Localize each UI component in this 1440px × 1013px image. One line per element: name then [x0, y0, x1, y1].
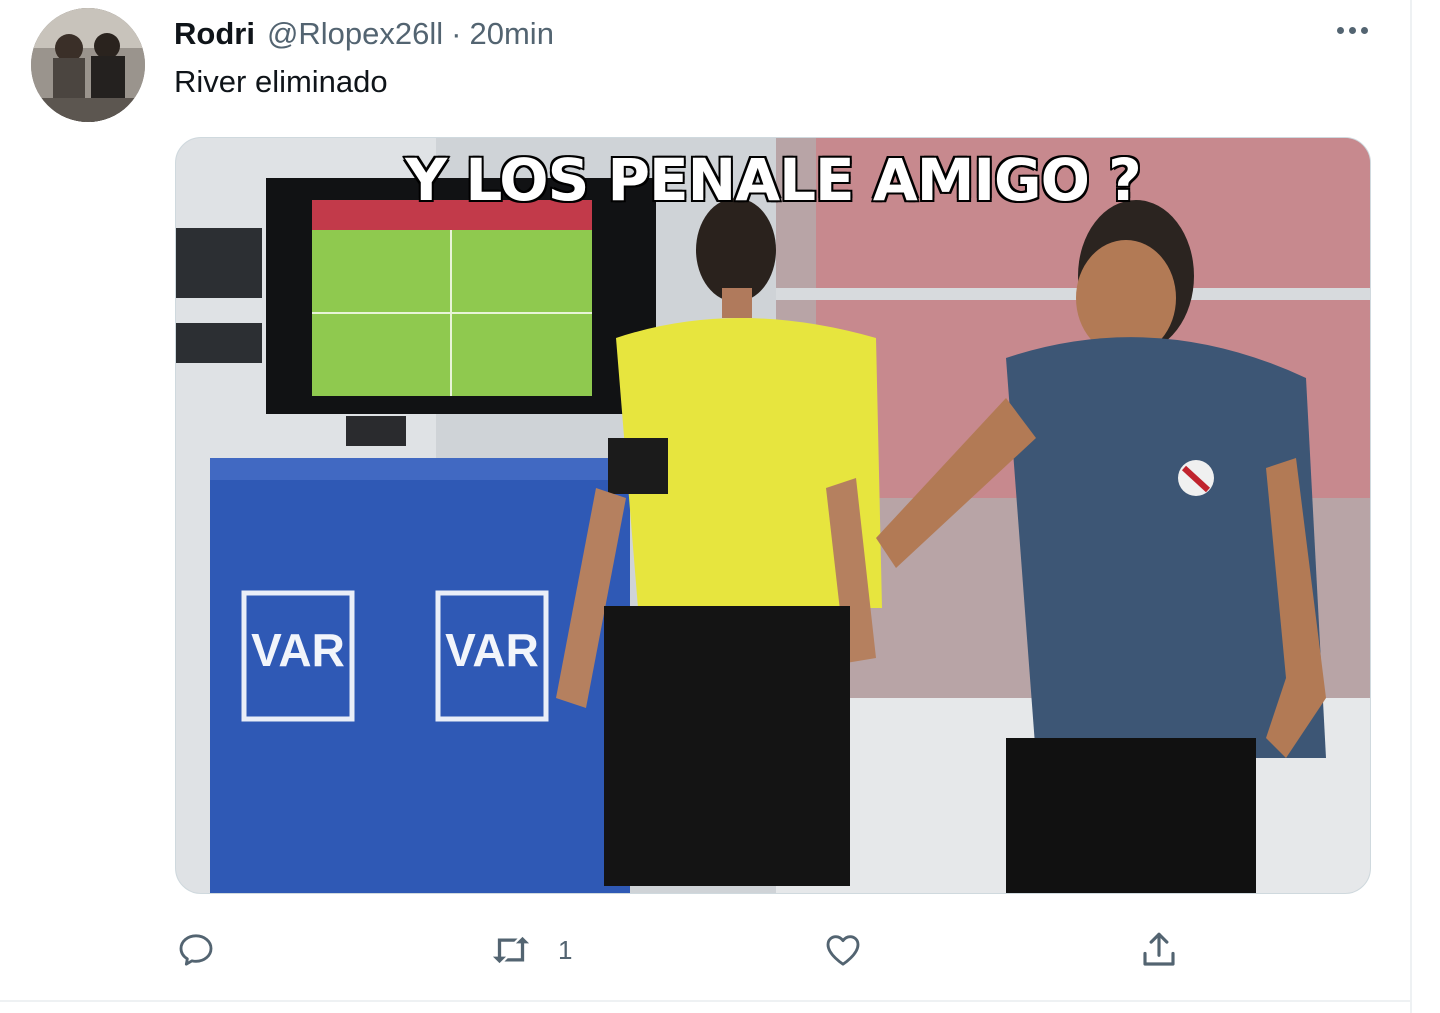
tweet-media-image[interactable]: VAR VAR Y LOS PENALE AMIGO ?: [175, 137, 1371, 894]
tweet-timestamp[interactable]: 20min: [470, 16, 554, 52]
author-handle[interactable]: @Rlopex26ll: [267, 16, 443, 52]
var-sign-1: VAR: [251, 624, 345, 676]
column-divider: [1410, 0, 1412, 1013]
retweet-button[interactable]: 1: [488, 926, 572, 974]
reply-button[interactable]: [176, 926, 240, 974]
tweet-divider: [0, 1000, 1410, 1002]
tweet-actions: 1: [0, 926, 1410, 974]
meme-caption: Y LOS PENALE AMIGO ?: [404, 145, 1144, 216]
tweet-text: River eliminado: [174, 64, 388, 99]
share-icon: [1138, 929, 1180, 971]
var-sign-2: VAR: [445, 624, 539, 676]
heart-icon: [822, 930, 864, 970]
author-name[interactable]: Rodri: [174, 16, 255, 52]
share-button[interactable]: [1138, 926, 1204, 974]
like-button[interactable]: [822, 926, 888, 974]
tweet-header: Rodri @Rlopex26ll · 20min: [174, 12, 554, 56]
avatar[interactable]: [31, 8, 145, 122]
retweet-icon: [488, 930, 534, 970]
more-dots-icon[interactable]: [1330, 16, 1374, 44]
tweet[interactable]: Rodri @Rlopex26ll · 20min River eliminad…: [0, 0, 1440, 1013]
reply-icon: [176, 930, 216, 970]
retweet-count: 1: [558, 934, 573, 965]
separator-dot: ·: [451, 16, 462, 51]
